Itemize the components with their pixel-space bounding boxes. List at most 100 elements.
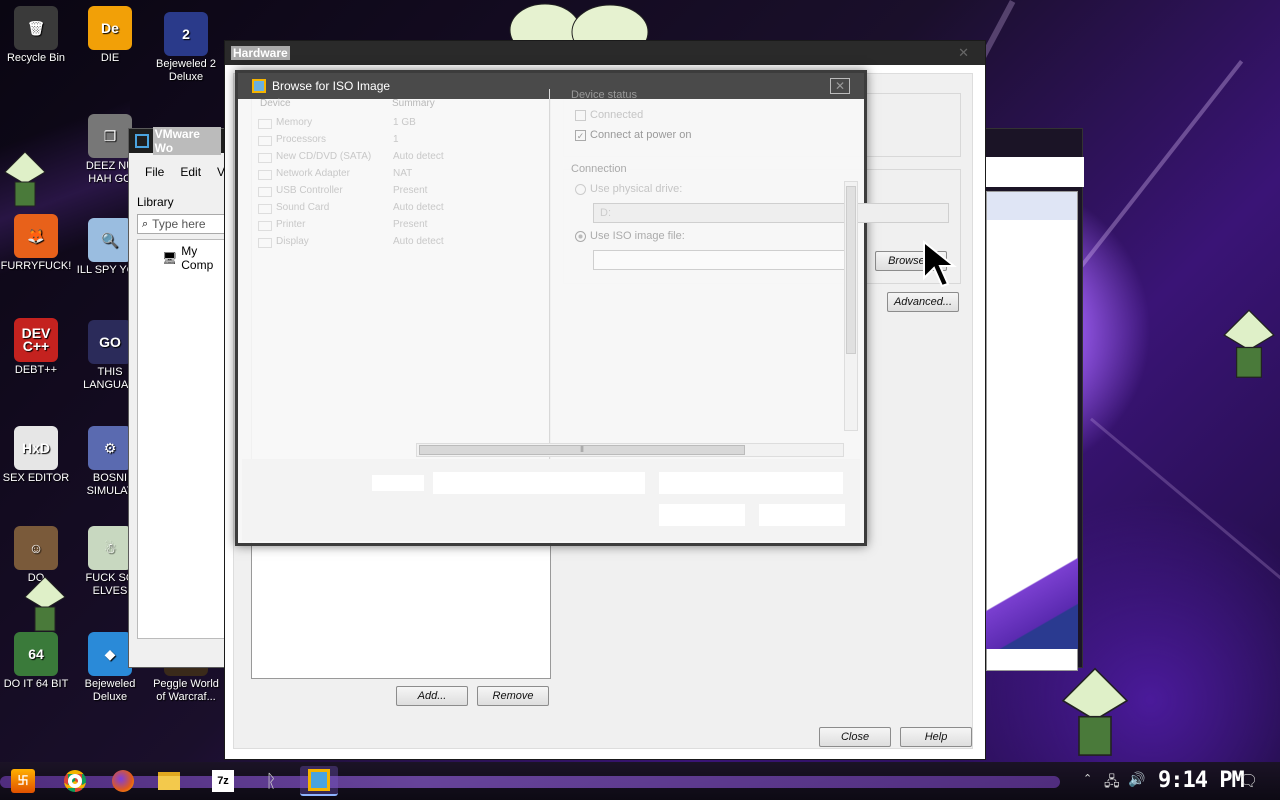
desktop-icon-image: 2 bbox=[164, 12, 208, 56]
start-button[interactable]: 卐 bbox=[4, 766, 42, 796]
library-search-box[interactable]: ⌕ Type here bbox=[137, 214, 227, 234]
clock[interactable]: 9:14 PM bbox=[1158, 768, 1245, 793]
desktop-icon-image: ❐ bbox=[88, 114, 132, 158]
device-summary: 1 bbox=[393, 134, 399, 145]
cancel-button[interactable] bbox=[758, 503, 846, 527]
hardware-title: Hardware bbox=[231, 46, 290, 60]
file-type-select[interactable] bbox=[658, 471, 844, 495]
desktop-icon[interactable]: De DIE bbox=[74, 6, 146, 65]
device-name: Display bbox=[276, 236, 309, 247]
physical-drive-select[interactable]: D: bbox=[593, 203, 949, 223]
device-row[interactable]: Processors 1 bbox=[258, 134, 548, 151]
volume-icon[interactable]: 🔊 bbox=[1128, 771, 1145, 788]
vmware-main-window[interactable]: VMware Wo File Edit Vie Library ⌕ Type h… bbox=[128, 127, 234, 668]
desktop-icon-image: HxD bbox=[14, 426, 58, 470]
browse-iso-dialog[interactable]: Browse for ISO Image ✕ Device Summary Me… bbox=[235, 70, 949, 546]
desktop-icon-label: DO IT 64 BIT bbox=[3, 678, 69, 690]
taskbar-file-explorer[interactable] bbox=[150, 766, 188, 796]
search-icon: ⌕ bbox=[142, 217, 149, 230]
menu-edit[interactable]: Edit bbox=[180, 165, 201, 179]
physical-drive-radio[interactable]: Use physical drive: bbox=[575, 183, 682, 195]
peridot-sticker bbox=[1061, 667, 1129, 756]
search-placeholder: Type here bbox=[152, 217, 206, 231]
desktop-icon-image: GO bbox=[88, 320, 132, 364]
dialog-footer bbox=[242, 459, 860, 541]
browse-dialog-title: Browse for ISO Image bbox=[272, 79, 391, 93]
peridot-sticker bbox=[1223, 309, 1275, 378]
connect-at-power-on-checkbox[interactable]: ✓ Connect at power on bbox=[575, 129, 692, 141]
device-summary: Auto detect bbox=[393, 202, 444, 213]
close-button[interactable]: Close bbox=[819, 727, 891, 747]
desktop-icon-image: ⚙ bbox=[88, 426, 132, 470]
summary-column-header: Summary bbox=[392, 98, 435, 109]
chrome-icon bbox=[64, 770, 86, 792]
device-name: Network Adapter bbox=[276, 168, 350, 179]
desktop-icon[interactable]: DEV C++ DEBT++ bbox=[0, 318, 72, 377]
hardware-close-x-icon[interactable]: ✕ bbox=[958, 45, 969, 61]
open-button[interactable] bbox=[658, 503, 746, 527]
taskbar-app[interactable]: ᚱ bbox=[252, 766, 290, 796]
desktop-icon-image: ☃ bbox=[88, 526, 132, 570]
device-row[interactable]: New CD/DVD (SATA) Auto detect bbox=[258, 151, 548, 168]
iso-path-input[interactable] bbox=[593, 250, 855, 270]
connected-checkbox[interactable]: Connected bbox=[575, 109, 643, 121]
device-icon bbox=[258, 170, 272, 180]
file-name-input[interactable] bbox=[432, 471, 646, 495]
mouse-cursor-icon bbox=[923, 240, 957, 288]
desktop-icon-image: 🦊 bbox=[14, 214, 58, 258]
device-row[interactable]: Network Adapter NAT bbox=[258, 168, 548, 185]
horizontal-scrollbar[interactable]: ⦀ bbox=[416, 443, 844, 457]
menu-file[interactable]: File bbox=[145, 165, 164, 179]
advanced-button[interactable]: Advanced... bbox=[887, 292, 959, 312]
device-summary: Auto detect bbox=[393, 236, 444, 247]
menu-bar: File Edit Vie bbox=[145, 165, 234, 179]
device-rows: Memory 1 GB Processors 1 New CD/DVD (SATA) Au… bbox=[258, 117, 548, 253]
desktop-icon[interactable]: 2 Bejeweled 2 Deluxe bbox=[150, 12, 222, 84]
vertical-scrollbar[interactable] bbox=[844, 181, 858, 431]
help-button[interactable]: Help bbox=[900, 727, 972, 747]
peridot-sticker bbox=[4, 151, 46, 207]
desktop-icon-image: 🗑 bbox=[14, 6, 58, 50]
vmware-logo-icon bbox=[252, 79, 266, 93]
notification-icon[interactable]: 🗨 bbox=[1238, 771, 1258, 791]
network-icon[interactable]: 🖧 bbox=[1104, 771, 1120, 795]
device-name: Memory bbox=[276, 117, 313, 128]
device-icon bbox=[258, 221, 272, 231]
desktop-icon[interactable]: 🗑 Recycle Bin bbox=[0, 6, 72, 65]
background-window[interactable] bbox=[985, 128, 1084, 671]
device-row[interactable]: Printer Present bbox=[258, 219, 548, 236]
connection-label: Connection bbox=[571, 163, 627, 175]
device-icon bbox=[258, 136, 272, 146]
device-row[interactable]: USB Controller Present bbox=[258, 185, 548, 202]
desktop-icon-image: ◆ bbox=[88, 632, 132, 676]
device-icon bbox=[258, 153, 272, 163]
desktop-icon[interactable]: 64 DO IT 64 BIT bbox=[0, 632, 72, 691]
taskbar-chrome[interactable] bbox=[56, 766, 94, 796]
device-row[interactable]: Display Auto detect bbox=[258, 236, 548, 253]
library-tree: 🖥 My Comp bbox=[137, 239, 227, 639]
remove-device-button[interactable]: Remove bbox=[477, 686, 549, 706]
folder-icon bbox=[158, 772, 180, 790]
desktop-icon[interactable]: HxD SEX EDITOR bbox=[0, 426, 72, 485]
device-row[interactable]: Sound Card Auto detect bbox=[258, 202, 548, 219]
desktop-icon-image: DEV C++ bbox=[14, 318, 58, 362]
vmware-icon bbox=[308, 769, 330, 791]
desktop-icon[interactable]: 🦊 FURRYFUCK! bbox=[0, 214, 72, 273]
taskbar-firefox[interactable] bbox=[104, 766, 142, 796]
add-device-button[interactable]: Add... bbox=[396, 686, 468, 706]
taskbar-7zip[interactable]: 7z bbox=[204, 766, 242, 796]
tree-item-my-computer[interactable]: 🖥 My Comp bbox=[162, 244, 226, 272]
desktop-icon-image: ☺ bbox=[14, 526, 58, 570]
desktop-icon-image: De bbox=[88, 6, 132, 50]
desktop-icon-label: Bejeweled Deluxe bbox=[84, 678, 136, 703]
iso-image-radio[interactable]: Use ISO image file: bbox=[575, 230, 685, 242]
device-row[interactable]: Memory 1 GB bbox=[258, 117, 548, 134]
desktop-icon-label: FURRYFUCK! bbox=[0, 260, 72, 272]
browse-close-x-icon[interactable]: ✕ bbox=[829, 78, 850, 94]
taskbar-vmware[interactable] bbox=[300, 766, 338, 796]
tray-overflow-icon[interactable]: ⌃ bbox=[1083, 772, 1092, 785]
device-summary: 1 GB bbox=[393, 117, 416, 128]
device-name: New CD/DVD (SATA) bbox=[276, 151, 372, 162]
7zip-icon: 7z bbox=[212, 770, 234, 792]
vmware-logo-icon bbox=[135, 134, 149, 148]
